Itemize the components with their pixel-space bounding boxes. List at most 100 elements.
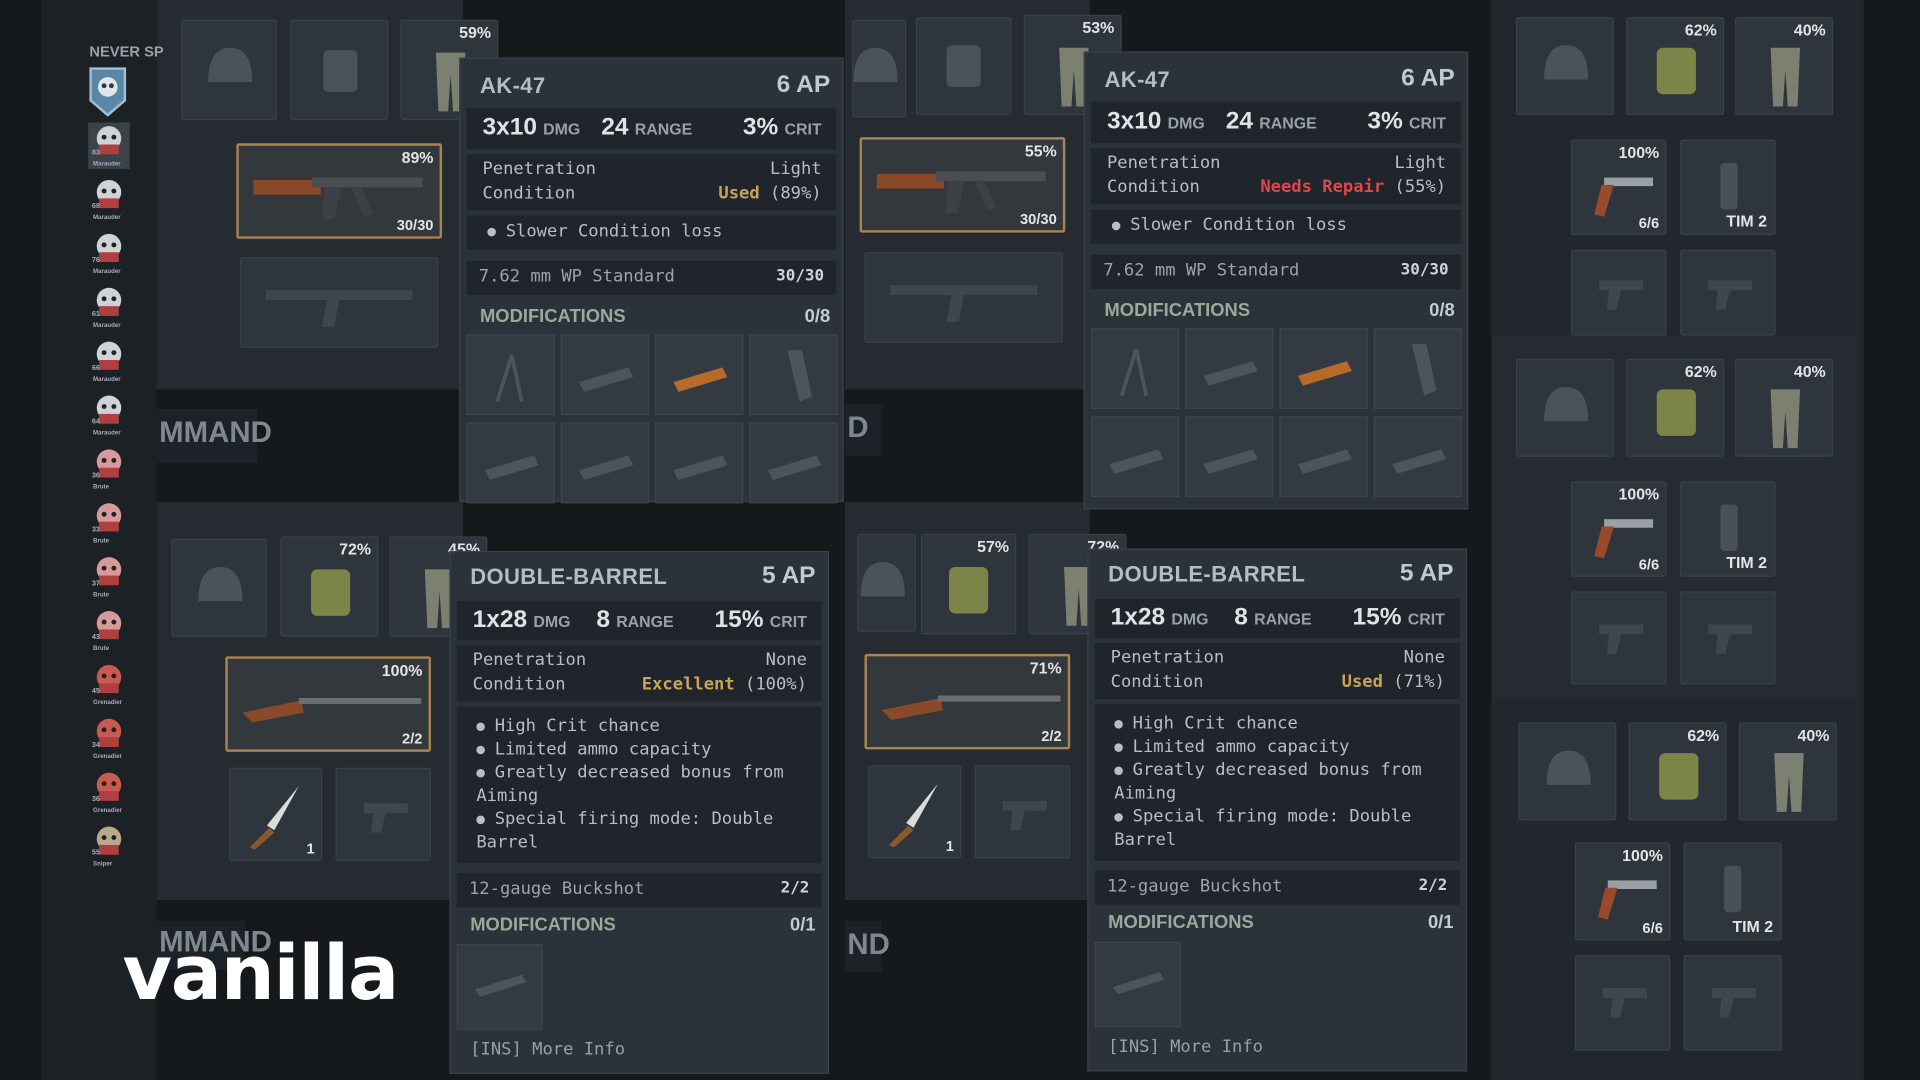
pants-slot[interactable]: 40% bbox=[1738, 722, 1837, 821]
damage-value: 3x10 bbox=[482, 113, 537, 141]
pistol-slot-b[interactable] bbox=[1680, 249, 1776, 336]
range-value: 24 bbox=[601, 113, 629, 141]
trait-item: Special firing mode: Double Barrel bbox=[1114, 806, 1412, 850]
video-overlay-label: vanilla bbox=[122, 928, 399, 1018]
weapon-slot-double-barrel-q4[interactable]: 71% 2/2 bbox=[864, 653, 1071, 750]
squad-member-portrait[interactable]: 68 Marauder bbox=[88, 176, 130, 223]
helmet-icon bbox=[1546, 750, 1591, 785]
pistol-slot-a[interactable] bbox=[1571, 591, 1667, 685]
squad-member-portrait[interactable]: 43 Brute bbox=[88, 607, 130, 654]
mod-slot-bipod[interactable] bbox=[1091, 328, 1180, 409]
modifications-grid bbox=[466, 334, 839, 504]
helmet-slot-q1[interactable] bbox=[181, 19, 277, 121]
mod-slot-handguard[interactable] bbox=[655, 334, 744, 416]
squad-member-portrait[interactable]: 36 Grenadier bbox=[88, 769, 130, 816]
ammo-count: 6/6 bbox=[1638, 555, 1660, 574]
squad-header: NEVER SP bbox=[89, 42, 164, 61]
mod-slot-magazine[interactable] bbox=[1373, 328, 1463, 409]
range-unit: RANGE bbox=[616, 612, 674, 631]
vest-slot-q2[interactable] bbox=[915, 17, 1012, 116]
pants-icon bbox=[1770, 389, 1801, 449]
mod-slot-grip[interactable] bbox=[749, 422, 838, 504]
squad-member-portrait[interactable]: 34 Grenadier bbox=[88, 715, 130, 762]
knife-slot-q4[interactable]: 1 bbox=[868, 765, 962, 859]
squad-member-portrait[interactable]: 33 Brute bbox=[88, 500, 130, 547]
squad-member-portrait[interactable]: 61 Marauder bbox=[88, 284, 130, 331]
pistol-slot-q3[interactable] bbox=[335, 767, 432, 861]
mod-slot-bipod[interactable] bbox=[466, 334, 555, 416]
pants-slot[interactable]: 40% bbox=[1735, 17, 1834, 116]
vest-slot-q1[interactable] bbox=[290, 19, 389, 121]
grip-icon bbox=[767, 455, 822, 481]
weapon-slot-double-barrel-q3[interactable]: 100% 2/2 bbox=[225, 656, 432, 752]
trait-item: High Crit chance bbox=[1114, 713, 1447, 736]
member-role: Marauder bbox=[93, 160, 121, 168]
grenade-slot[interactable]: TIM 2 bbox=[1683, 842, 1782, 941]
knife-slot-q3[interactable]: 1 bbox=[228, 767, 323, 861]
revolver-slot[interactable]: 100% 6/6 bbox=[1574, 842, 1671, 941]
pants-slot[interactable]: 40% bbox=[1735, 358, 1834, 457]
squad-emblem[interactable] bbox=[88, 66, 127, 117]
skull-shield-icon bbox=[89, 67, 127, 117]
vest-slot-q4[interactable]: 57% bbox=[920, 533, 1017, 635]
mod-slot-scope[interactable] bbox=[456, 944, 543, 1030]
weapon-tooltip-ak47-1: AK-47 6 AP 3x10 DMG 24 RANGE 3% CRIT Pen… bbox=[459, 57, 844, 504]
mod-slot-sight[interactable] bbox=[1279, 416, 1368, 498]
pistol-slot-b[interactable] bbox=[1680, 591, 1776, 685]
squad-member-portrait[interactable]: 36 Brute bbox=[88, 446, 130, 493]
helmet-slot-q2[interactable] bbox=[852, 19, 907, 118]
mod-slot-scope[interactable] bbox=[560, 422, 649, 504]
weapon-slot-ak47-q1[interactable]: 89% 30/30 bbox=[236, 143, 443, 239]
squad-member-portrait[interactable]: 76 Marauder bbox=[88, 230, 130, 277]
rail-icon bbox=[1203, 361, 1258, 386]
helmet-slot-q4[interactable] bbox=[857, 533, 916, 632]
mod-slot-handguard[interactable] bbox=[1279, 328, 1368, 409]
mod-slot-scope[interactable] bbox=[1185, 416, 1274, 498]
pistol-slot-a[interactable] bbox=[1571, 249, 1667, 336]
secondary-slot-q1[interactable] bbox=[240, 257, 439, 348]
squad-member-portrait[interactable]: 55 Sniper bbox=[88, 823, 130, 870]
squad-member-portrait[interactable]: 45 Grenadier bbox=[88, 661, 130, 708]
weapon-slot-ak47-q2[interactable]: 55% 30/30 bbox=[859, 137, 1066, 233]
mod-slot-stock[interactable] bbox=[466, 422, 555, 504]
ammo-count: 2/2 bbox=[1418, 876, 1448, 896]
ammo-type: 12-gauge Buckshot bbox=[468, 879, 645, 899]
modifications-count: 0/8 bbox=[804, 306, 831, 327]
helmet-slot[interactable] bbox=[1515, 17, 1614, 116]
squad-member-portrait[interactable]: 66 Marauder bbox=[88, 338, 130, 385]
squad-member-portrait[interactable]: 64 Marauder bbox=[88, 392, 130, 439]
squad-member-portrait[interactable]: 37 Brute bbox=[88, 553, 130, 600]
mod-slot-sight[interactable] bbox=[655, 422, 744, 504]
helmet-slot[interactable] bbox=[1515, 358, 1614, 457]
vest-slot-q3[interactable]: 72% bbox=[280, 536, 379, 637]
vest-slot[interactable]: 62% bbox=[1626, 17, 1725, 116]
vest-icon bbox=[1656, 389, 1696, 436]
vest-icon bbox=[311, 569, 351, 616]
pistol-slot-a[interactable] bbox=[1574, 955, 1671, 1051]
mod-slot-rail[interactable] bbox=[560, 334, 649, 416]
mod-slot-magazine[interactable] bbox=[749, 334, 838, 416]
mod-slot-scope[interactable] bbox=[1094, 941, 1181, 1028]
vest-icon bbox=[946, 45, 981, 87]
secondary-slot-q2[interactable] bbox=[864, 252, 1063, 343]
member-level: 45 bbox=[91, 688, 101, 696]
helmet-slot[interactable] bbox=[1518, 722, 1617, 821]
mod-slot-stock[interactable] bbox=[1091, 416, 1180, 498]
mod-slot-grip[interactable] bbox=[1373, 416, 1463, 498]
squad-member-portrait[interactable]: 83 Marauder bbox=[88, 122, 130, 169]
range-unit: RANGE bbox=[634, 120, 693, 139]
mod-slot-rail[interactable] bbox=[1185, 328, 1274, 409]
revolver-slot[interactable]: 100% 6/6 bbox=[1571, 139, 1667, 236]
trait-item: Limited ammo capacity bbox=[476, 738, 809, 761]
item-label: TIM 2 bbox=[1732, 917, 1774, 936]
pistol-slot-q4[interactable] bbox=[974, 765, 1071, 859]
grenade-slot[interactable]: TIM 2 bbox=[1680, 139, 1776, 236]
vest-slot[interactable]: 62% bbox=[1628, 722, 1727, 821]
grenade-slot[interactable]: TIM 2 bbox=[1680, 481, 1776, 577]
damage-unit: DMG bbox=[543, 120, 581, 139]
helmet-slot-q3[interactable] bbox=[171, 538, 267, 637]
vest-slot[interactable]: 62% bbox=[1626, 358, 1725, 457]
modifications-header: MODIFICATIONS bbox=[470, 914, 616, 936]
revolver-slot[interactable]: 100% 6/6 bbox=[1571, 481, 1667, 577]
pistol-slot-b[interactable] bbox=[1683, 955, 1782, 1051]
